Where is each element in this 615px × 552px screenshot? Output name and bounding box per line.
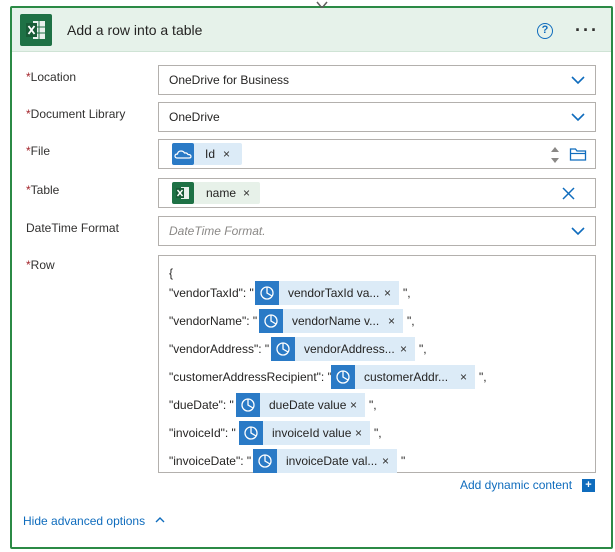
location-label: *Location [26,70,77,84]
card-header[interactable]: Add a row into a table ? ··· [12,8,611,52]
table-input[interactable]: name × [158,178,596,208]
add-dynamic-content-icon[interactable]: + [582,479,595,492]
remove-token-icon[interactable]: × [400,337,407,361]
onedrive-icon [172,143,194,165]
document-library-label: *Document Library [26,107,126,121]
remove-token-icon[interactable]: × [350,393,357,417]
chevron-up-icon[interactable] [154,514,166,526]
table-name-token-label: name [206,186,237,200]
help-icon[interactable]: ? [537,23,553,39]
action-card: Add a row into a table ? ··· *Location O… [10,1,613,549]
dynamic-token[interactable]: vendorTaxId va... × [255,281,399,305]
dynamic-token[interactable]: vendorName v... × [259,309,403,333]
dynamic-token[interactable]: invoiceId value × [239,421,370,445]
remove-token-icon[interactable]: × [384,281,391,305]
spinner-arrows-icon[interactable] [550,144,560,166]
row-label: *Row [26,258,55,272]
location-dropdown[interactable]: OneDrive for Business [158,65,596,95]
form-recognizer-icon [331,365,355,389]
file-input[interactable]: Id × [158,139,596,169]
remove-token-icon[interactable]: × [355,421,362,445]
form-recognizer-icon [271,337,295,361]
remove-token-icon[interactable]: × [460,365,467,389]
clear-icon[interactable] [562,187,575,200]
excel-icon [20,14,52,46]
file-id-token[interactable]: Id × [172,143,242,165]
datetime-format-dropdown[interactable]: DateTime Format. [158,216,596,246]
add-dynamic-content-link[interactable]: Add dynamic content [460,478,572,492]
chevron-down-icon[interactable] [569,71,587,89]
remove-token-icon[interactable]: × [388,309,395,333]
dynamic-token[interactable]: dueDate value × [236,393,365,417]
dynamic-token[interactable]: customerAddr... × [331,365,475,389]
excel-icon [172,182,194,204]
card-title: Add a row into a table [67,22,203,38]
file-id-token-label: Id [205,147,216,161]
datetime-format-placeholder: DateTime Format. [169,224,266,238]
chevron-down-icon[interactable] [569,108,587,126]
dynamic-token[interactable]: vendorAddress... × [271,337,415,361]
table-name-token[interactable]: name × [172,182,260,204]
location-value: OneDrive for Business [169,73,290,87]
folder-icon[interactable] [569,146,587,162]
remove-token-icon[interactable]: × [382,449,389,473]
form-recognizer-icon [253,449,277,473]
form-recognizer-icon [255,281,279,305]
chevron-down-icon[interactable] [569,222,587,240]
table-label: *Table [26,183,60,197]
dynamic-token[interactable]: invoiceDate val... × [253,449,397,473]
document-library-dropdown[interactable]: OneDrive [158,102,596,132]
form-recognizer-icon [259,309,283,333]
hide-advanced-options-link[interactable]: Hide advanced options [23,514,145,528]
form-recognizer-icon [236,393,260,417]
datetime-format-label: DateTime Format [26,221,119,235]
more-options-icon[interactable]: ··· [575,20,599,41]
file-label: *File [26,144,51,158]
row-editor[interactable]: { "vendorTaxId": " vendorTaxId va... × "… [158,255,596,473]
remove-token-icon[interactable]: × [223,143,230,165]
form-recognizer-icon [239,421,263,445]
document-library-value: OneDrive [169,110,220,124]
remove-token-icon[interactable]: × [243,182,250,204]
